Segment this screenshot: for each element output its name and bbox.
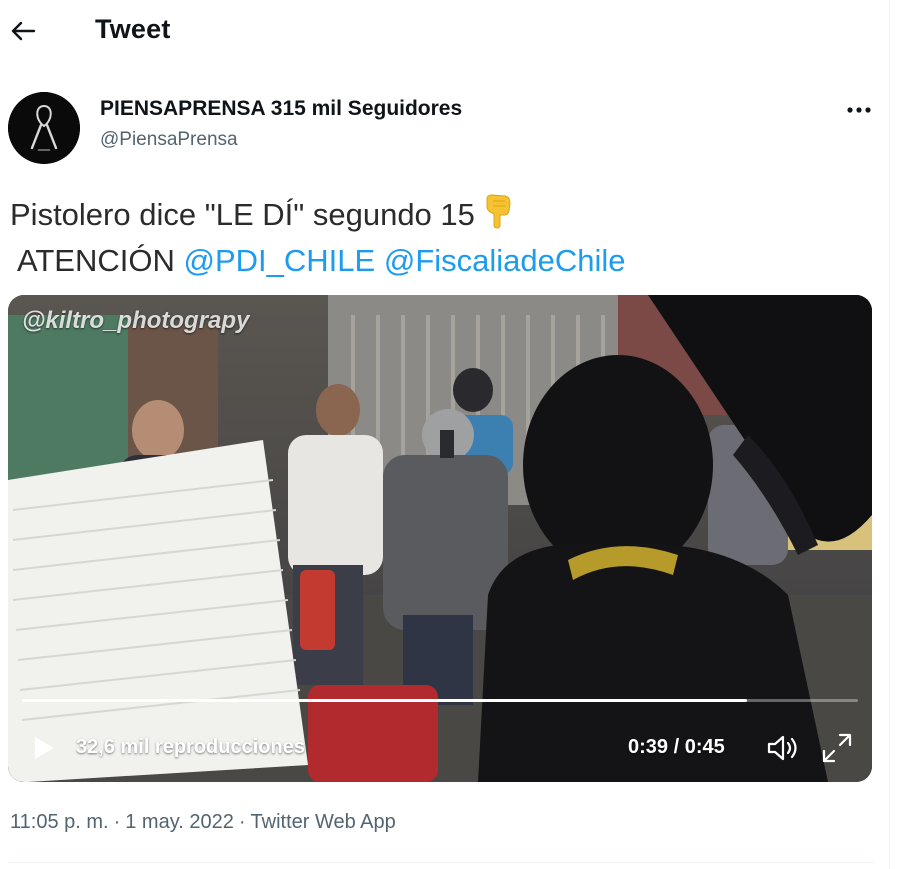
avatar[interactable] — [8, 92, 80, 164]
tweet-line-2-prefix: ATENCIÓN — [17, 243, 175, 278]
fullscreen-icon[interactable] — [820, 731, 854, 765]
mention-pdi-chile[interactable]: @PDI_CHILE — [184, 243, 376, 278]
tweet-header: Tweet — [0, 0, 889, 62]
video-progress-bar[interactable] — [22, 699, 858, 702]
tweet-line-1: Pistolero dice "LE DÍ" segundo 15 — [10, 193, 626, 240]
arrow-left-icon[interactable] — [10, 18, 36, 44]
meta-separator: · — [113, 811, 121, 833]
video-watermark: @kiltro_photograpy — [22, 307, 250, 334]
tweet-meta: 11:05 p. m. · 1 may. 2022 · Twitter Web App — [10, 811, 396, 834]
video-frame-image — [8, 295, 872, 782]
tweet-source-app[interactable]: Twitter Web App — [251, 811, 396, 833]
black-ribbon-avatar-icon — [8, 92, 80, 164]
video-time: 0:39 / 0:45 — [628, 736, 725, 758]
tweet-line-1-text: Pistolero dice "LE DÍ" segundo 15 — [10, 197, 475, 232]
meta-separator-2: · — [238, 811, 246, 833]
page-title: Tweet — [95, 14, 171, 44]
mention-fiscalia-de-chile[interactable]: @FiscaliadeChile — [384, 243, 626, 278]
more-dots-icon[interactable] — [842, 98, 876, 122]
column-border — [889, 0, 890, 869]
tweet-date[interactable]: 1 may. 2022 — [125, 811, 234, 833]
video-player[interactable]: @kiltro_photograpy 32,6 mil reproduccion… — [8, 295, 872, 782]
tweet-text: Pistolero dice "LE DÍ" segundo 15 ATENCI… — [10, 193, 626, 282]
tweet-time[interactable]: 11:05 p. m. — [10, 811, 109, 833]
author-handle[interactable]: @PiensaPrensa — [100, 129, 238, 151]
volume-icon[interactable] — [766, 733, 800, 763]
tweet-line-2: ATENCIÓN @PDI_CHILE @FiscaliadeChile — [10, 240, 626, 282]
play-icon[interactable] — [32, 735, 56, 761]
footer-divider — [8, 862, 874, 863]
video-views: 32,6 mil reproducciones — [76, 736, 305, 758]
pointing-down-emoji-icon — [481, 193, 515, 240]
author-name[interactable]: PIENSAPRENSA 315 mil Seguidores — [100, 97, 462, 121]
video-progress-fill — [22, 699, 747, 702]
